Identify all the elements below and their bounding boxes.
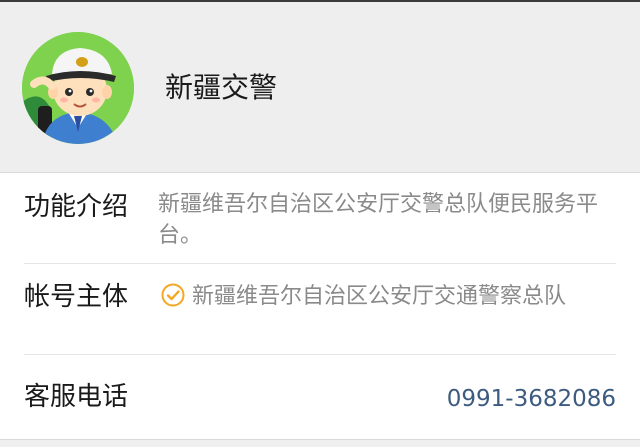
- account-info-card: 功能介绍 新疆维吾尔自治区公安厅交警总队便民服务平台。 帐号主体 新疆维吾尔自治…: [0, 173, 640, 440]
- entity-label: 帐号主体: [24, 282, 129, 312]
- bottom-strip: [0, 440, 640, 447]
- traffic-police-cartoon-icon[interactable]: [22, 32, 134, 144]
- profile-header: 新疆交警: [0, 2, 640, 173]
- description-label: 功能介绍: [24, 192, 129, 222]
- verified-check-icon: [160, 282, 186, 308]
- entity-value: 新疆维吾尔自治区公安厅交通警察总队: [192, 284, 567, 309]
- row-divider: [24, 354, 616, 355]
- row-divider: [24, 263, 616, 264]
- phone-number-link[interactable]: 0991-3682086: [447, 383, 616, 415]
- account-profile-screen: 新疆交警 功能介绍 新疆维吾尔自治区公安厅交警总队便民服务平台。 帐号主体 新疆…: [0, 0, 640, 447]
- phone-label: 客服电话: [24, 382, 129, 412]
- account-name: 新疆交警: [165, 71, 278, 104]
- description-value: 新疆维吾尔自治区公安厅交警总队便民服务平台。: [158, 192, 599, 248]
